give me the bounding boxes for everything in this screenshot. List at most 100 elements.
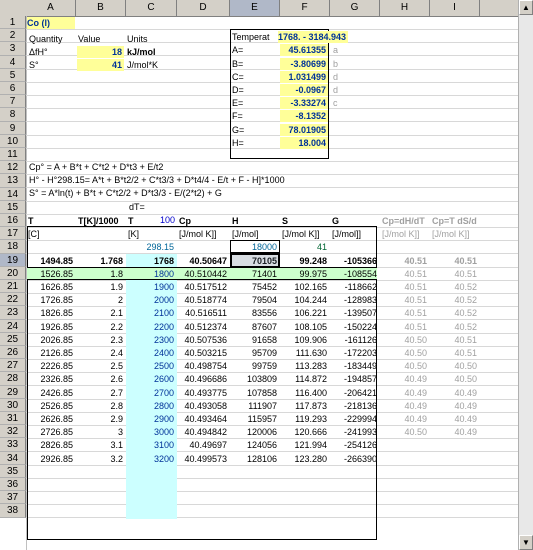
column-header-d[interactable]: D	[177, 0, 230, 16]
table-row-28-c3[interactable]: 40.496686	[179, 373, 227, 386]
table-row-21-c0[interactable]: 1626.85	[28, 281, 73, 294]
table-row-31-c6[interactable]: -229994	[332, 413, 377, 426]
table-row-25-c5[interactable]: 109.906	[282, 334, 327, 347]
table-row-27-c4[interactable]: 99759	[232, 360, 277, 373]
table-row-32-c0[interactable]: 2726.85	[28, 426, 73, 439]
table-row-32-c7[interactable]: 40.50	[382, 426, 427, 439]
table-row-23-c3[interactable]: 40.516511	[179, 307, 227, 320]
table-row-33-c5[interactable]: 121.994	[282, 439, 327, 452]
row-header-32[interactable]: 32	[0, 425, 26, 439]
table-row-33-c4[interactable]: 124056	[232, 439, 277, 452]
table-row-21-c1[interactable]: 1.9	[78, 281, 123, 294]
row-header-2[interactable]: 2	[0, 29, 26, 43]
table-row-22-c7[interactable]: 40.51	[382, 294, 427, 307]
table-header-c4[interactable]: H	[232, 215, 277, 228]
table-row-25-c8[interactable]: 40.51	[432, 334, 477, 347]
column-header-f[interactable]: F	[280, 0, 330, 16]
coef-tag-2[interactable]: d	[333, 71, 353, 84]
table-row-26-c2[interactable]: 2400	[128, 347, 174, 360]
table-units-c3[interactable]: [J/mol K]]	[179, 228, 227, 241]
table-row-26-c6[interactable]: -172203	[332, 347, 377, 360]
prop-header-quantity[interactable]: Quantity	[29, 33, 75, 46]
coef-name-1[interactable]: B=	[232, 58, 272, 71]
table-highlight-row-c8[interactable]: 40.51	[432, 255, 477, 268]
prop-header-value[interactable]: Value	[78, 33, 124, 46]
row-header-26[interactable]: 26	[0, 346, 26, 360]
table-header-c0[interactable]: T	[28, 215, 73, 228]
table-row-20-c4[interactable]: 71401	[232, 268, 277, 281]
table-row-27-c2[interactable]: 2500	[128, 360, 174, 373]
table-highlight-row-c1[interactable]: 1.768	[78, 255, 123, 268]
table-highlight-row-c7[interactable]: 40.51	[382, 255, 427, 268]
row-header-27[interactable]: 27	[0, 359, 26, 373]
table-row-21-c5[interactable]: 102.165	[282, 281, 327, 294]
table-row-24-c0[interactable]: 1926.85	[28, 321, 73, 334]
column-header-a[interactable]: A	[26, 0, 76, 16]
row-header-22[interactable]: 22	[0, 293, 26, 307]
table-row-25-c7[interactable]: 40.50	[382, 334, 427, 347]
table-units-c8[interactable]: [J/mol K]]	[432, 228, 477, 241]
column-header-i[interactable]: I	[430, 0, 480, 16]
coef-tag-1[interactable]: b	[333, 58, 353, 71]
table-row-32-c5[interactable]: 120.666	[282, 426, 327, 439]
table-row-32-c1[interactable]: 3	[78, 426, 123, 439]
row-header-14[interactable]: 14	[0, 187, 26, 201]
table-header-c5[interactable]: S	[282, 215, 327, 228]
coef-tag-3[interactable]: d	[333, 84, 353, 97]
table-row-30-c2[interactable]: 2800	[128, 400, 174, 413]
row-header-19[interactable]: 19	[0, 253, 26, 267]
table-highlight-row-c5[interactable]: 99.248	[282, 255, 327, 268]
row-header-37[interactable]: 37	[0, 491, 26, 505]
table-row-32-c3[interactable]: 40.494842	[179, 426, 227, 439]
coef-temp-label[interactable]: Temperat	[232, 31, 276, 44]
coef-temp-range[interactable]: 1768. - 3184.943	[278, 31, 348, 43]
row-header-7[interactable]: 7	[0, 95, 26, 109]
prop-s-value[interactable]: 41	[77, 59, 124, 71]
table-row-34-c4[interactable]: 128106	[232, 453, 277, 466]
row-header-29[interactable]: 29	[0, 385, 26, 399]
table-row-33-c3[interactable]: 40.49697	[179, 439, 227, 452]
row-header-18[interactable]: 18	[0, 240, 26, 254]
table-row-21-c7[interactable]: 40.51	[382, 281, 427, 294]
row-header-8[interactable]: 8	[0, 108, 26, 122]
table-row-20-c0[interactable]: 1526.85	[28, 268, 73, 281]
table-row-33-c0[interactable]: 2826.85	[28, 439, 73, 452]
table-header-c7[interactable]: Cp=dH/dT	[382, 215, 427, 228]
table-units-c4[interactable]: [J/mol]	[232, 228, 277, 241]
coef-value-4[interactable]: -3.33274	[280, 97, 328, 110]
coef-value-5[interactable]: -8.1352	[280, 110, 328, 123]
row-header-13[interactable]: 13	[0, 174, 26, 188]
table-row-31-c3[interactable]: 40.493464	[179, 413, 227, 426]
table-ref-row-c2[interactable]: 298.15	[128, 241, 174, 254]
coef-name-2[interactable]: C=	[232, 71, 272, 84]
table-row-33-c6[interactable]: -254126	[332, 439, 377, 452]
table-row-25-c0[interactable]: 2026.85	[28, 334, 73, 347]
row-header-31[interactable]: 31	[0, 412, 26, 426]
vertical-scrollbar[interactable]: ▲ ▼	[518, 0, 533, 550]
table-row-23-c2[interactable]: 2100	[128, 307, 174, 320]
prop-s-units[interactable]: J/mol*K	[127, 59, 173, 72]
row-header-36[interactable]: 36	[0, 478, 26, 492]
table-row-29-c4[interactable]: 107858	[232, 387, 277, 400]
table-row-33-c2[interactable]: 3100	[128, 439, 174, 452]
row-header-4[interactable]: 4	[0, 55, 26, 69]
table-row-22-c2[interactable]: 2000	[128, 294, 174, 307]
active-cell-cursor[interactable]	[230, 252, 280, 268]
table-header-c1[interactable]: T[K]/1000	[78, 215, 123, 228]
table-row-32-c4[interactable]: 120006	[232, 426, 277, 439]
table-row-21-c3[interactable]: 40.517512	[179, 281, 227, 294]
row-header-1[interactable]: 1	[0, 16, 26, 30]
table-row-27-c8[interactable]: 40.50	[432, 360, 477, 373]
table-row-20-c6[interactable]: -108554	[332, 268, 377, 281]
coef-name-4[interactable]: E=	[232, 97, 272, 110]
table-header-c8[interactable]: Cp=T dS/dT	[432, 215, 477, 228]
table-row-30-c0[interactable]: 2526.85	[28, 400, 73, 413]
table-row-28-c0[interactable]: 2326.85	[28, 373, 73, 386]
table-row-20-c8[interactable]: 40.51	[432, 268, 477, 281]
scroll-up-icon[interactable]: ▲	[519, 0, 533, 15]
table-row-20-c3[interactable]: 40.510442	[179, 268, 227, 281]
table-row-29-c8[interactable]: 40.49	[432, 387, 477, 400]
table-row-23-c1[interactable]: 2.1	[78, 307, 123, 320]
table-row-22-c3[interactable]: 40.518774	[179, 294, 227, 307]
prop-dh-label[interactable]: ΔfH°	[29, 46, 75, 59]
